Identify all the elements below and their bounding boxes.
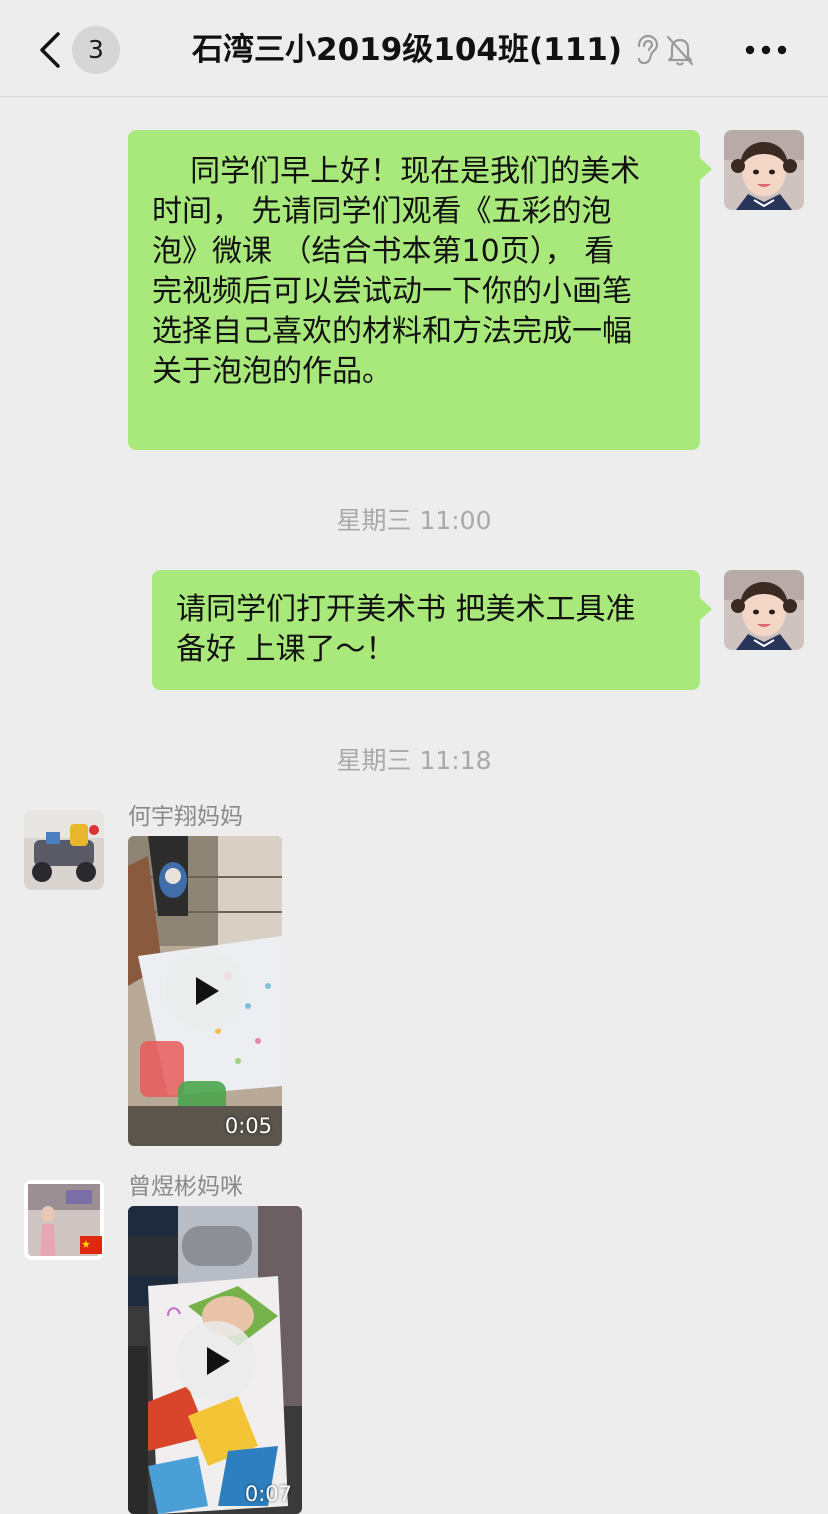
video-message[interactable]: 0:05 <box>128 836 282 1146</box>
chat-header: 3 石湾三小2019级104班(111) <box>0 0 828 97</box>
message-text: 同学们早上好！现在是我们的美术 时间， 先请同学们观看《五彩的泡 泡》微课 （结… <box>152 154 641 389</box>
timestamp: 星期三 11:00 <box>336 506 492 535</box>
more-button[interactable] <box>740 30 792 70</box>
sender-avatar[interactable] <box>24 810 104 890</box>
self-avatar[interactable] <box>724 130 804 210</box>
play-button[interactable] <box>176 1321 256 1401</box>
back-icon <box>40 32 60 68</box>
play-icon <box>196 977 219 1005</box>
ear-icon <box>634 34 660 66</box>
video-duration: 0:05 <box>224 1114 272 1138</box>
self-avatar[interactable] <box>724 570 804 650</box>
play-icon <box>207 1347 230 1375</box>
sender-avatar[interactable] <box>24 1180 104 1260</box>
mute-bell-icon <box>664 34 696 66</box>
bubble-tail <box>700 598 712 620</box>
bubble-tail <box>700 158 712 180</box>
outgoing-message-bubble[interactable]: 同学们早上好！现在是我们的美术 时间， 先请同学们观看《五彩的泡 泡》微课 （结… <box>128 130 712 450</box>
chat-title[interactable]: 石湾三小2019级104班(111) <box>192 24 632 76</box>
back-button[interactable] <box>30 26 70 74</box>
sender-name: 曾煜彬妈咪 <box>128 1174 243 1200</box>
chat-screen: 3 石湾三小2019级104班(111) 同学们早上好！现在是我们的美术 时间，… <box>0 0 828 1514</box>
timestamp: 星期三 11:18 <box>336 746 492 775</box>
video-message[interactable]: 0:07 <box>128 1206 302 1514</box>
video-duration: 0:07 <box>244 1482 292 1506</box>
sender-name: 何宇翔妈妈 <box>128 804 243 830</box>
unread-count-badge[interactable]: 3 <box>72 26 120 74</box>
outgoing-message-bubble[interactable]: 请同学们打开美术书 把美术工具准 备好 上课了～！ <box>152 570 712 690</box>
message-text: 请同学们打开美术书 把美术工具准 备好 上课了～！ <box>176 592 636 667</box>
more-icon <box>745 45 787 55</box>
play-button[interactable] <box>165 951 245 1031</box>
